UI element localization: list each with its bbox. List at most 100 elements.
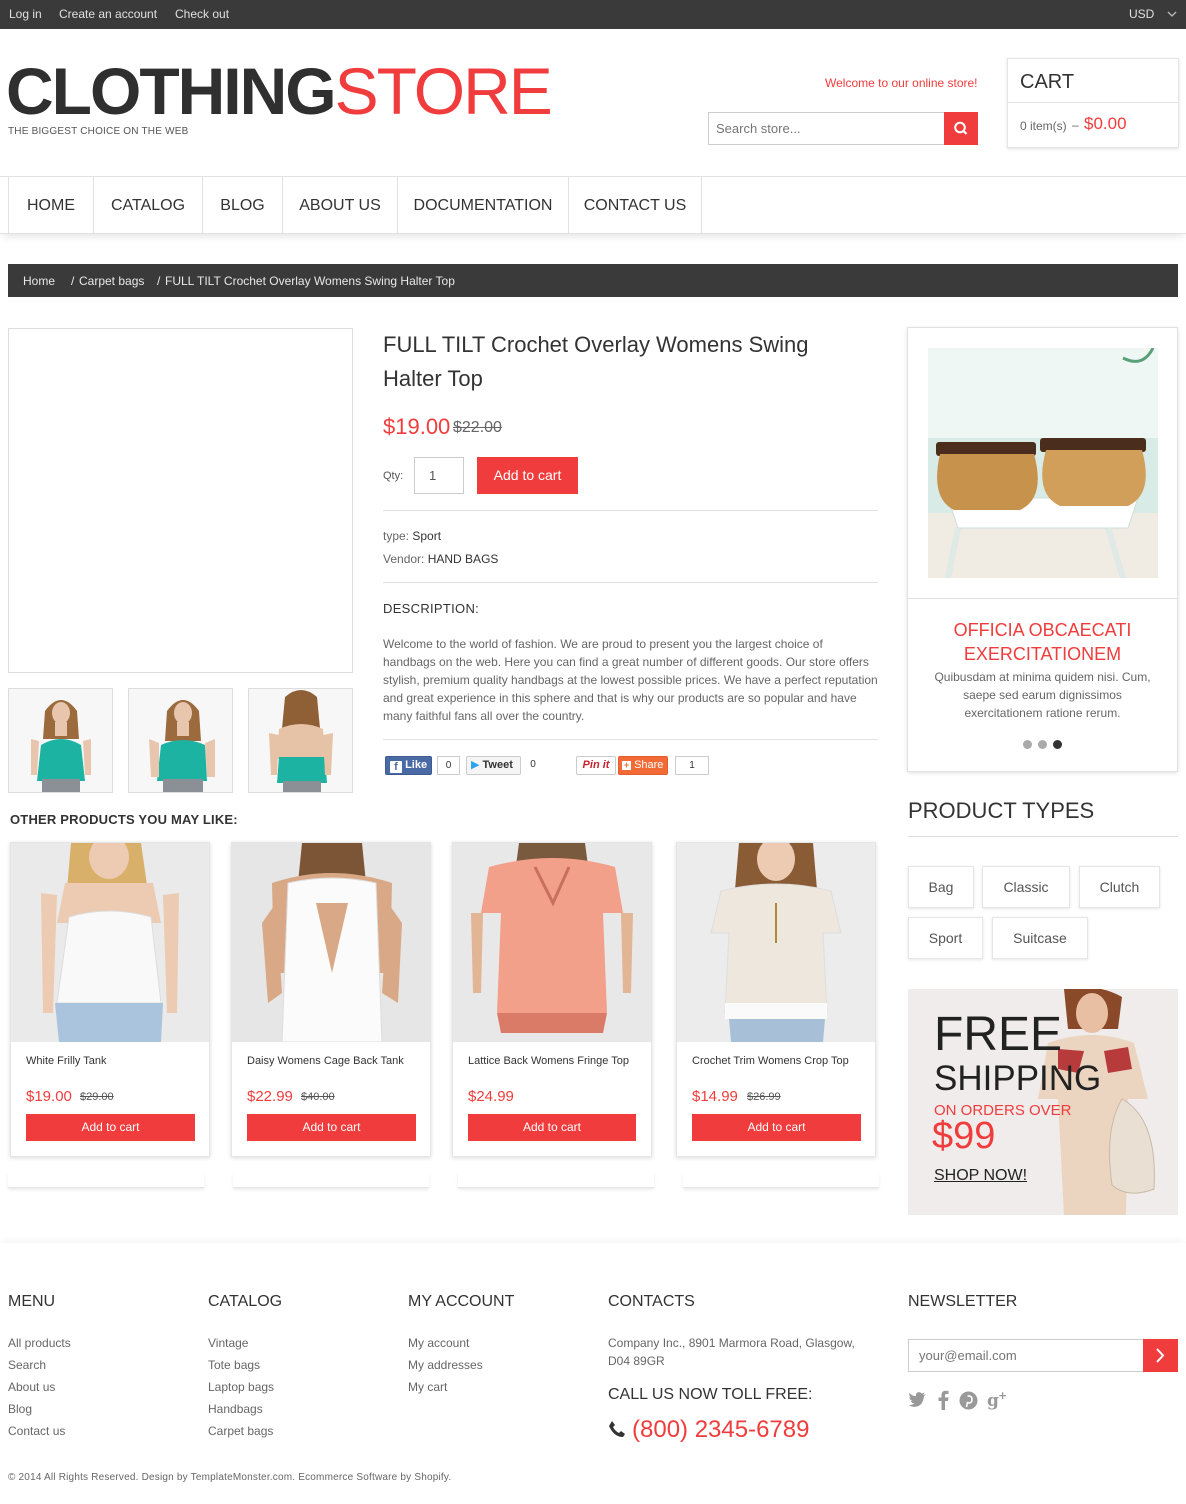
newsletter-email-input[interactable]: [909, 1340, 1143, 1371]
chevron-down-icon[interactable]: [1167, 10, 1177, 18]
footer-link[interactable]: All products: [8, 1336, 71, 1350]
create-account-link[interactable]: Create an account: [59, 7, 157, 21]
breadcrumb-separator: /: [71, 274, 75, 288]
product-old-price: $26.99: [747, 1091, 781, 1103]
footer-link[interactable]: My account: [408, 1336, 469, 1350]
add-to-cart-button[interactable]: Add to cart: [692, 1114, 861, 1141]
footer-link[interactable]: Handbags: [208, 1402, 263, 1416]
product-old-price: $40.00: [301, 1091, 335, 1103]
store-logo[interactable]: CLOTHINGSTORE: [6, 58, 553, 124]
footer-contacts-heading: CONTACTS: [608, 1293, 695, 1310]
footer-menu-heading: MENU: [8, 1293, 56, 1310]
newsletter-submit-button[interactable]: [1143, 1339, 1178, 1372]
footer-link[interactable]: My addresses: [408, 1358, 483, 1372]
login-link[interactable]: Log in: [9, 7, 42, 21]
nav-blog[interactable]: BLOG: [202, 177, 282, 234]
product-image[interactable]: [11, 843, 209, 1042]
footer-link[interactable]: Search: [8, 1358, 46, 1372]
slider-dot[interactable]: [1038, 740, 1047, 749]
product-title: FULL TILT Crochet Overlay Womens Swing H…: [383, 332, 809, 391]
svg-text:+: +: [998, 1389, 1007, 1402]
cart-item-count: 0 item(s): [1020, 119, 1067, 133]
product-thumbnail[interactable]: [128, 688, 233, 793]
add-to-cart-button[interactable]: Add to cart: [477, 457, 578, 494]
contact-address: D04 89GR: [608, 1354, 665, 1368]
tag-sport[interactable]: Sport: [908, 917, 983, 959]
product-type: type: Sport: [383, 529, 442, 543]
product-card[interactable]: Crochet Trim Womens Crop Top $14.99 $26.…: [676, 842, 876, 1157]
add-to-cart-button[interactable]: Add to cart: [26, 1114, 195, 1141]
nav-about-us[interactable]: ABOUT US: [282, 177, 397, 234]
search-input[interactable]: [709, 113, 945, 144]
pinterest-icon[interactable]: [959, 1391, 978, 1410]
product-thumbnail[interactable]: [248, 688, 353, 793]
slider-dot-active[interactable]: [1053, 740, 1062, 749]
twitter-icon: ▶: [471, 759, 480, 771]
breadcrumb-category[interactable]: Carpet bags: [79, 274, 144, 288]
product-card[interactable]: Lattice Back Womens Fringe Top $24.99 Ad…: [452, 842, 652, 1157]
slider-dot[interactable]: [1023, 740, 1032, 749]
add-to-cart-button[interactable]: Add to cart: [468, 1114, 636, 1141]
description-heading: DESCRIPTION:: [383, 601, 480, 616]
facebook-like-button[interactable]: f Like: [385, 756, 432, 775]
product-card[interactable]: Daisy Womens Cage Back Tank $22.99 $40.0…: [231, 842, 431, 1157]
quantity-input[interactable]: [414, 457, 464, 494]
product-image[interactable]: [677, 843, 875, 1042]
footer-link[interactable]: Tote bags: [208, 1358, 260, 1372]
free-shipping-banner[interactable]: FREE SHIPPING ON ORDERS OVER $99 SHOP NO…: [908, 989, 1178, 1215]
search-button[interactable]: [944, 112, 978, 145]
slide-title[interactable]: OFFICIA OBCAECATI EXERCITATIONEM: [918, 618, 1167, 666]
twitter-icon[interactable]: [908, 1391, 928, 1409]
quantity-label: Qty:: [383, 470, 404, 482]
add-to-cart-button[interactable]: Add to cart: [247, 1114, 416, 1141]
shop-now-link[interactable]: SHOP NOW!: [934, 1167, 1027, 1185]
footer-link[interactable]: Vintage: [208, 1336, 248, 1350]
checkout-link[interactable]: Check out: [175, 7, 229, 21]
tweet-button[interactable]: ▶ Tweet: [466, 756, 521, 775]
product-main-image[interactable]: [8, 328, 353, 673]
product-image[interactable]: [453, 843, 651, 1042]
nav-contact-us[interactable]: CONTACT US: [568, 177, 702, 234]
pinterest-pin-button[interactable]: Pin it: [576, 756, 616, 775]
divider: [383, 739, 878, 740]
footer-link[interactable]: Contact us: [8, 1424, 65, 1438]
product-photo: [9, 689, 112, 792]
currency-selector[interactable]: USD: [1129, 7, 1154, 21]
product-old-price: $29.00: [80, 1091, 114, 1103]
product-image[interactable]: [232, 843, 430, 1042]
tag-clutch[interactable]: Clutch: [1079, 866, 1160, 908]
facebook-icon[interactable]: [936, 1390, 950, 1410]
tag-bag[interactable]: Bag: [908, 866, 974, 908]
product-card[interactable]: White Frilly Tank $19.00 $29.00 Add to c…: [10, 842, 210, 1157]
footer-link[interactable]: Carpet bags: [208, 1424, 273, 1438]
nav-documentation[interactable]: DOCUMENTATION: [397, 177, 568, 234]
product-name[interactable]: Daisy Womens Cage Back Tank: [247, 1055, 404, 1067]
tag-suitcase[interactable]: Suitcase: [992, 917, 1088, 959]
product-price: $24.99: [468, 1088, 514, 1105]
top-bar: Log in Create an account Check out USD: [0, 0, 1186, 29]
cart-widget[interactable]: CART 0 item(s) – $0.00: [1007, 58, 1179, 148]
slide-text: Quibusdam at minima quidem nisi. Cum, sa…: [934, 670, 1151, 720]
product-name[interactable]: Lattice Back Womens Fringe Top: [468, 1055, 629, 1067]
google-plus-icon[interactable]: g +: [987, 1389, 1009, 1411]
phone-number[interactable]: (800) 2345-6789: [632, 1416, 809, 1444]
footer-link[interactable]: About us: [8, 1380, 55, 1394]
product-thumbnail[interactable]: [8, 688, 113, 793]
share-button[interactable]: + Share: [618, 756, 668, 775]
footer-link[interactable]: My cart: [408, 1380, 447, 1394]
slide-image[interactable]: [928, 348, 1158, 578]
footer-link[interactable]: Blog: [8, 1402, 32, 1416]
card-shadow: [233, 1172, 429, 1188]
nav-home[interactable]: HOME: [8, 177, 93, 234]
cart-total: $0.00: [1084, 114, 1127, 133]
footer-link[interactable]: Laptop bags: [208, 1380, 274, 1394]
nav-catalog[interactable]: CATALOG: [93, 177, 202, 234]
tag-classic[interactable]: Classic: [982, 866, 1070, 908]
breadcrumb-current: FULL TILT Crochet Overlay Womens Swing H…: [165, 274, 455, 288]
footer-catalog-heading: CATALOG: [208, 1293, 283, 1310]
product-name[interactable]: White Frilly Tank: [26, 1055, 106, 1067]
product-photo: [129, 689, 232, 792]
breadcrumb-home[interactable]: Home: [23, 274, 55, 288]
product-name[interactable]: Crochet Trim Womens Crop Top: [692, 1055, 849, 1067]
product-price: $14.99: [692, 1088, 738, 1105]
